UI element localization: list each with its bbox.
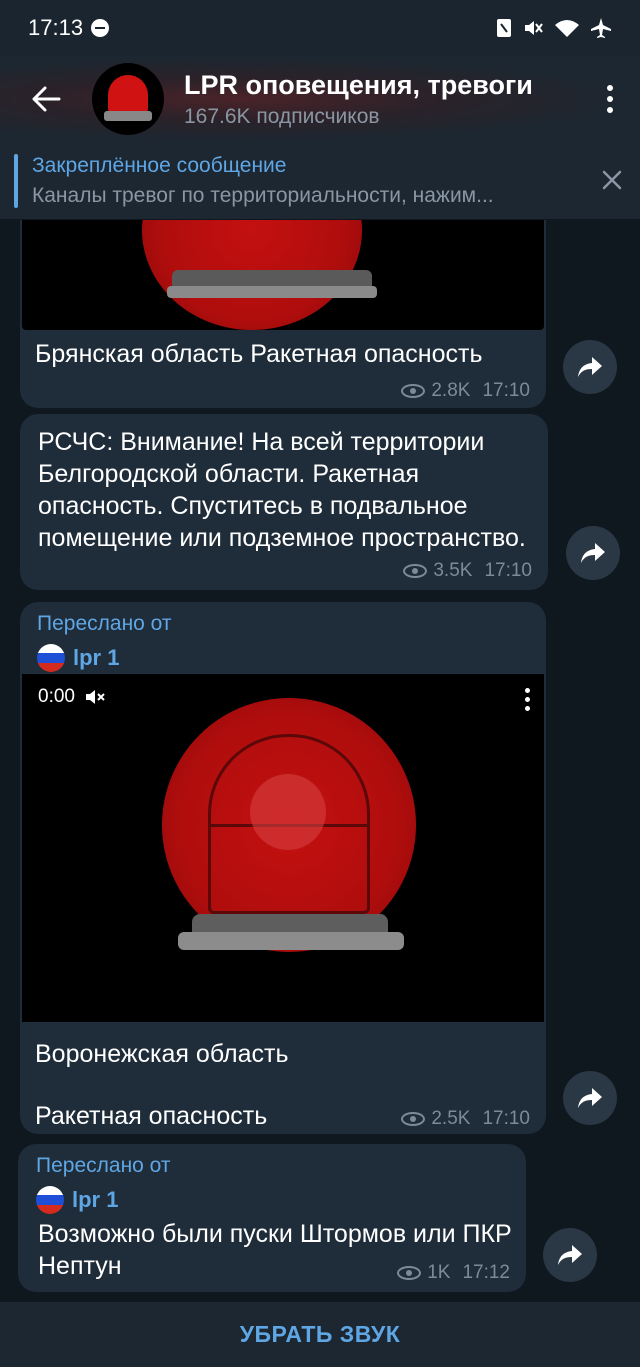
chat-area[interactable]: Брянская область Ракетная опасность 2.8K… <box>0 220 640 1302</box>
pinned-label: Закреплённое сообщение <box>32 153 287 177</box>
share-arrow-icon <box>578 357 602 377</box>
message-text: РСЧС: Внимание! На всей территории Белго… <box>38 428 526 552</box>
channel-title: LPR оповещения, тревоги <box>184 69 533 100</box>
forwarded-label: Переслано от <box>37 612 172 635</box>
status-time: 17:13 <box>28 15 84 40</box>
close-icon <box>602 170 622 189</box>
bottom-bar: УБРАТЬ ЗВУК <box>0 1302 640 1367</box>
message-bubble[interactable]: Переслано от lpr 1 0:00 Воронежская обла… <box>20 602 546 1134</box>
message-time: 17:10 <box>482 380 530 401</box>
message-meta: 2.8K 17:10 <box>401 380 530 402</box>
view-count: 2.8K <box>431 380 471 401</box>
view-count: 2.5K <box>431 1108 471 1129</box>
mute-channel-button[interactable]: УБРАТЬ ЗВУК <box>240 1321 401 1348</box>
share-arrow-icon <box>558 1245 582 1265</box>
video-menu-button[interactable] <box>525 688 530 711</box>
pinned-message[interactable]: Закреплённое сообщение Каналы тревог по … <box>0 142 640 220</box>
forwarded-from[interactable]: lpr 1 <box>37 644 119 672</box>
message-time: 17:10 <box>482 1108 530 1129</box>
airplane-icon <box>591 18 611 38</box>
view-count: 1K <box>427 1262 451 1283</box>
mute-icon <box>525 21 543 35</box>
views-eye-icon <box>403 564 428 578</box>
message-bubble[interactable]: РСЧС: Внимание! На всей территории Белго… <box>20 414 548 590</box>
wifi-icon <box>555 20 579 37</box>
message-bubble[interactable]: Переслано от lpr 1 Возможно были пуски Ш… <box>18 1144 526 1292</box>
share-button[interactable] <box>563 1071 617 1125</box>
back-button[interactable] <box>0 56 92 142</box>
russia-flag-icon <box>37 644 65 672</box>
more-options-button[interactable] <box>580 85 640 113</box>
chat-header: LPR оповещения, тревоги 167.6K подписчик… <box>0 56 640 142</box>
video-time: 0:00 <box>38 686 75 707</box>
dnd-icon <box>91 19 110 37</box>
message-meta: 2.5K 17:10 <box>401 1108 530 1130</box>
views-eye-icon <box>397 1266 422 1280</box>
close-pinned-button[interactable] <box>602 164 622 198</box>
share-button[interactable] <box>566 526 620 580</box>
message-text-line1: Воронежская область <box>35 1040 289 1068</box>
message-meta: 3.5K 17:10 <box>403 560 532 582</box>
forwarded-label: Переслано от <box>36 1154 171 1177</box>
views-eye-icon <box>401 384 426 398</box>
subscriber-count: 167.6K подписчиков <box>184 104 380 128</box>
forwarded-from-name: lpr 1 <box>72 1187 119 1212</box>
video-muted-icon[interactable] <box>84 688 106 706</box>
russia-flag-icon <box>36 1186 64 1214</box>
message-time: 17:10 <box>484 560 532 581</box>
more-icon <box>607 85 613 91</box>
nfc-icon <box>497 19 511 37</box>
channel-avatar[interactable] <box>92 63 164 135</box>
message-bubble[interactable]: Брянская область Ракетная опасность 2.8K… <box>20 220 546 408</box>
message-text-line2: Ракетная опасность <box>35 1102 268 1130</box>
forwarded-from[interactable]: lpr 1 <box>36 1186 118 1214</box>
share-arrow-icon <box>578 1088 602 1108</box>
view-count: 3.5K <box>433 560 473 581</box>
message-time: 17:12 <box>462 1262 510 1283</box>
views-eye-icon <box>401 1112 426 1126</box>
status-icons <box>496 17 612 39</box>
status-bar: 17:13 <box>0 0 640 56</box>
share-arrow-icon <box>581 543 605 563</box>
video-thumbnail[interactable] <box>22 220 544 330</box>
pinned-preview: Каналы тревог по территориальности, нажи… <box>32 183 494 207</box>
message-text: Брянская область Ракетная опасность <box>35 340 483 368</box>
share-button[interactable] <box>543 1228 597 1282</box>
channel-info[interactable]: LPR оповещения, тревоги 167.6K подписчик… <box>184 70 554 129</box>
message-meta: 1K 17:12 <box>397 1262 510 1284</box>
back-arrow-icon <box>32 86 61 112</box>
forwarded-from-name: lpr 1 <box>73 645 120 670</box>
share-button[interactable] <box>563 340 617 394</box>
video-player[interactable]: 0:00 <box>22 674 544 1022</box>
